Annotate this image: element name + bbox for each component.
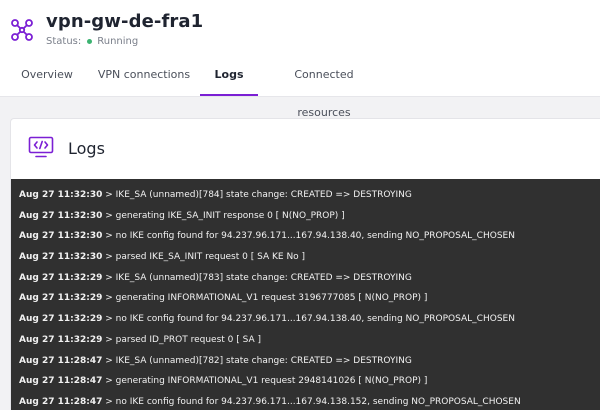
- log-line: Aug 27 11:32:30 > IKE_SA (unnamed)[784] …: [11, 185, 600, 206]
- log-timestamp: Aug 27 11:32:30: [19, 210, 103, 221]
- log-message: parsed IKE_SA_INIT request 0 [ SA KE No …: [115, 252, 306, 263]
- log-timestamp: Aug 27 11:28:47: [19, 355, 103, 366]
- logs-panel-header: Logs: [11, 119, 600, 179]
- logs-panel: Logs Aug 27 11:32:30 > IKE_SA (unnamed)[…: [10, 118, 600, 410]
- page-header: vpn-gw-de-fra1 Status: Running Overview …: [0, 0, 600, 119]
- log-separator: >: [102, 293, 116, 304]
- tab-overview[interactable]: Overview: [16, 56, 78, 94]
- tab-logs[interactable]: Logs: [200, 56, 258, 96]
- log-separator: >: [102, 355, 116, 366]
- log-message: no IKE config found for 94.237.96.171...…: [115, 396, 521, 407]
- log-line: Aug 27 11:32:29 > IKE_SA (unnamed)[783] …: [11, 268, 600, 289]
- log-timestamp: Aug 27 11:28:47: [19, 376, 103, 387]
- log-message: IKE_SA (unnamed)[782] state change: CREA…: [115, 355, 412, 366]
- log-separator: >: [102, 272, 116, 283]
- page-title: vpn-gw-de-fra1: [46, 11, 204, 32]
- log-timestamp: Aug 27 11:32:30: [19, 231, 103, 242]
- log-timestamp: Aug 27 11:32:29: [19, 314, 103, 325]
- log-line: Aug 27 11:32:30 > parsed IKE_SA_INIT req…: [11, 247, 600, 268]
- status-label: Status:: [46, 36, 82, 47]
- log-message: IKE_SA (unnamed)[783] state change: CREA…: [115, 272, 412, 283]
- log-message: generating IKE_SA_INIT response 0 [ N(NO…: [115, 210, 345, 221]
- log-message: parsed ID_PROT request 0 [ SA ]: [115, 334, 262, 345]
- log-line: Aug 27 11:28:47 > no IKE config found fo…: [11, 392, 600, 410]
- network-nodes-icon: [11, 19, 33, 41]
- log-timestamp: Aug 27 11:28:47: [19, 396, 103, 407]
- tab-bar: Overview VPN connections Logs Connected …: [0, 56, 600, 119]
- log-message: generating INFORMATIONAL_V1 request 2948…: [115, 376, 428, 387]
- log-timestamp: Aug 27 11:32:30: [19, 190, 103, 200]
- log-separator: >: [102, 396, 116, 407]
- log-line: Aug 27 11:32:30 > no IKE config found fo…: [11, 226, 600, 247]
- log-separator: >: [102, 210, 116, 221]
- tab-vpn-connections[interactable]: VPN connections: [92, 56, 196, 94]
- log-console[interactable]: Aug 27 11:32:30 > IKE_SA (unnamed)[784] …: [11, 179, 600, 410]
- log-separator: >: [102, 252, 116, 263]
- log-separator: >: [102, 334, 116, 345]
- log-message: IKE_SA (unnamed)[784] state change: CREA…: [115, 190, 412, 200]
- log-separator: >: [102, 190, 116, 200]
- log-separator: >: [102, 314, 116, 325]
- status-value: Running: [97, 36, 139, 47]
- log-timestamp: Aug 27 11:32:29: [19, 293, 103, 304]
- log-message: generating INFORMATIONAL_V1 request 3196…: [115, 293, 428, 304]
- log-timestamp: Aug 27 11:32:29: [19, 272, 103, 283]
- log-line: Aug 27 11:32:30 > generating IKE_SA_INIT…: [11, 206, 600, 227]
- log-line: Aug 27 11:32:29 > no IKE config found fo…: [11, 309, 600, 330]
- log-timestamp: Aug 27 11:32:30: [19, 252, 103, 263]
- log-message: no IKE config found for 94.237.96.171...…: [115, 231, 515, 242]
- log-line: Aug 27 11:28:47 > generating INFORMATION…: [11, 371, 600, 392]
- log-list: Aug 27 11:32:30 > IKE_SA (unnamed)[784] …: [11, 185, 600, 410]
- status-line: Status: Running: [46, 36, 138, 47]
- log-message: no IKE config found for 94.237.96.171...…: [115, 314, 515, 325]
- log-timestamp: Aug 27 11:32:29: [19, 334, 103, 345]
- log-separator: >: [102, 376, 116, 387]
- code-monitor-icon: [28, 136, 54, 158]
- logs-panel-title: Logs: [68, 139, 105, 158]
- log-separator: >: [102, 231, 116, 242]
- log-line: Aug 27 11:32:29 > parsed ID_PROT request…: [11, 330, 600, 351]
- log-line: Aug 27 11:32:29 > generating INFORMATION…: [11, 288, 600, 309]
- status-dot-icon: [87, 39, 93, 44]
- log-line: Aug 27 11:28:47 > IKE_SA (unnamed)[782] …: [11, 351, 600, 372]
- tab-connected-resources[interactable]: Connected resources: [266, 56, 382, 119]
